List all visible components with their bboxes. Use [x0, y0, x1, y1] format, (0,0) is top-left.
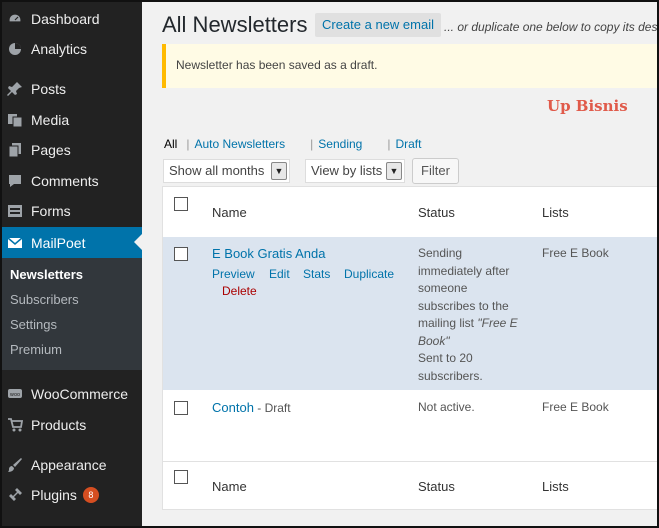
mail-icon	[6, 234, 24, 252]
chevron-down-icon: ▼	[271, 162, 287, 180]
newsletter-title-link[interactable]: Contoh - Draft	[212, 400, 291, 415]
menu-media[interactable]: Media	[0, 105, 142, 135]
newsletters-table: Name Status Lists E Book Gratis Anda Pre…	[162, 186, 659, 510]
column-name[interactable]: Name	[212, 205, 247, 220]
preview-link[interactable]: Preview	[212, 267, 255, 281]
view-sending[interactable]: Sending	[318, 137, 362, 151]
stats-link[interactable]: Stats	[303, 267, 330, 281]
woocommerce-icon: woo	[6, 385, 24, 403]
view-auto-newsletters[interactable]: Auto Newsletters	[194, 137, 285, 151]
menu-comments-label: Comments	[31, 173, 99, 189]
months-select[interactable]: Show all months ▼	[163, 159, 290, 183]
row-checkbox[interactable]	[174, 247, 188, 261]
plugin-icon	[6, 486, 24, 504]
row-checkbox[interactable]	[174, 401, 188, 415]
table-row: E Book Gratis Anda Preview Edit Stats Du…	[163, 237, 658, 390]
menu-products-label: Products	[31, 417, 87, 433]
status-cell: Sending immediately after someone subscr…	[418, 245, 518, 385]
analytics-icon	[6, 40, 24, 58]
lists-select[interactable]: View by lists ▼	[305, 159, 405, 183]
status-list-name: "Free E	[477, 316, 518, 330]
menu-woocommerce[interactable]: woo WooCommerce	[0, 379, 142, 409]
plugins-update-badge: 8	[82, 487, 99, 503]
forms-icon	[6, 202, 24, 220]
menu-forms[interactable]: Forms	[0, 196, 142, 226]
watermark-text: Up Bisnis	[547, 97, 628, 115]
menu-analytics[interactable]: Analytics	[0, 34, 142, 64]
column-lists: Lists	[542, 205, 569, 220]
brush-icon	[6, 456, 24, 474]
menu-mailpoet-label: MailPoet	[31, 234, 86, 251]
mailpoet-submenu: Newsletters Subscribers Settings Premium	[0, 258, 142, 370]
filter-button[interactable]: Filter	[412, 158, 459, 184]
menu-posts-label: Posts	[31, 81, 67, 97]
draft-tag: - Draft	[253, 401, 291, 415]
column-status: Status	[418, 205, 455, 220]
submenu-premium[interactable]: Premium	[10, 342, 62, 357]
column-name-footer[interactable]: Name	[212, 479, 247, 494]
column-status-footer: Status	[418, 479, 455, 494]
delete-link[interactable]: Delete	[222, 284, 257, 298]
comment-icon	[6, 172, 24, 190]
column-lists-footer: Lists	[542, 479, 569, 494]
menu-plugins-label: Plugins	[31, 487, 77, 503]
status-line: Sending	[418, 246, 463, 260]
admin-sidebar: Dashboard Analytics Posts Media Pages Co…	[0, 0, 142, 528]
chevron-down-icon: ▼	[386, 162, 402, 180]
newsletter-title: Contoh	[212, 400, 254, 415]
status-sent: Sent to 20	[418, 351, 473, 365]
menu-dashboard[interactable]: Dashboard	[0, 4, 142, 34]
menu-woocommerce-label: WooCommerce	[31, 386, 128, 402]
pages-icon	[6, 141, 24, 159]
dashboard-icon	[6, 10, 24, 28]
view-filters: All | Auto Newsletters | Sending | Draft	[164, 137, 422, 151]
cart-icon	[6, 416, 24, 434]
notice-text: Newsletter has been saved as a draft.	[176, 58, 378, 72]
page-title: All Newsletters	[162, 12, 308, 37]
select-all-checkbox[interactable]	[174, 197, 188, 211]
status-line: mailing list	[418, 316, 478, 330]
media-icon	[6, 111, 24, 129]
status-line: immediately after	[418, 263, 510, 278]
submenu-settings[interactable]: Settings	[10, 317, 57, 332]
newsletter-title-link[interactable]: E Book Gratis Anda	[212, 246, 325, 261]
pin-icon	[6, 80, 24, 98]
menu-pages-label: Pages	[31, 142, 71, 158]
menu-dashboard-label: Dashboard	[31, 11, 100, 27]
main-content: All Newsletters Create a new email ... o…	[142, 0, 659, 528]
select-all-checkbox-footer[interactable]	[174, 470, 188, 484]
lists-cell: Free E Book	[542, 400, 609, 414]
divider	[163, 461, 658, 462]
status-line: subscribes to the	[418, 298, 509, 313]
menu-plugins[interactable]: Plugins 8	[0, 480, 142, 510]
menu-mailpoet[interactable]: MailPoet	[0, 227, 142, 258]
menu-comments[interactable]: Comments	[0, 166, 142, 196]
submenu-subscribers[interactable]: Subscribers	[10, 292, 79, 307]
edit-link[interactable]: Edit	[269, 267, 290, 281]
menu-posts[interactable]: Posts	[0, 74, 142, 104]
menu-appearance[interactable]: Appearance	[0, 450, 142, 480]
create-email-button[interactable]: Create a new email	[315, 13, 441, 37]
menu-pages[interactable]: Pages	[0, 135, 142, 165]
submenu-newsletters[interactable]: Newsletters	[10, 267, 83, 282]
menu-products[interactable]: Products	[0, 410, 142, 440]
months-select-value: Show all months	[169, 163, 265, 178]
menu-forms-label: Forms	[31, 203, 71, 219]
svg-text:woo: woo	[10, 392, 20, 398]
view-draft[interactable]: Draft	[395, 137, 421, 151]
duplicate-link[interactable]: Duplicate	[344, 267, 394, 281]
status-line: someone	[418, 281, 468, 295]
status-cell: Not active.	[418, 400, 475, 414]
status-sent: subscribers.	[418, 368, 483, 383]
menu-media-label: Media	[31, 112, 70, 128]
lists-cell: Free E Book	[542, 246, 609, 260]
view-all[interactable]: All	[164, 137, 177, 151]
menu-analytics-label: Analytics	[31, 41, 88, 57]
draft-saved-notice: Newsletter has been saved as a draft.	[162, 44, 659, 88]
status-list-name: Book"	[418, 333, 450, 348]
menu-appearance-label: Appearance	[31, 457, 107, 473]
duplicate-hint: ... or duplicate one below to copy its d…	[444, 20, 659, 34]
lists-select-value: View by lists	[311, 163, 383, 178]
